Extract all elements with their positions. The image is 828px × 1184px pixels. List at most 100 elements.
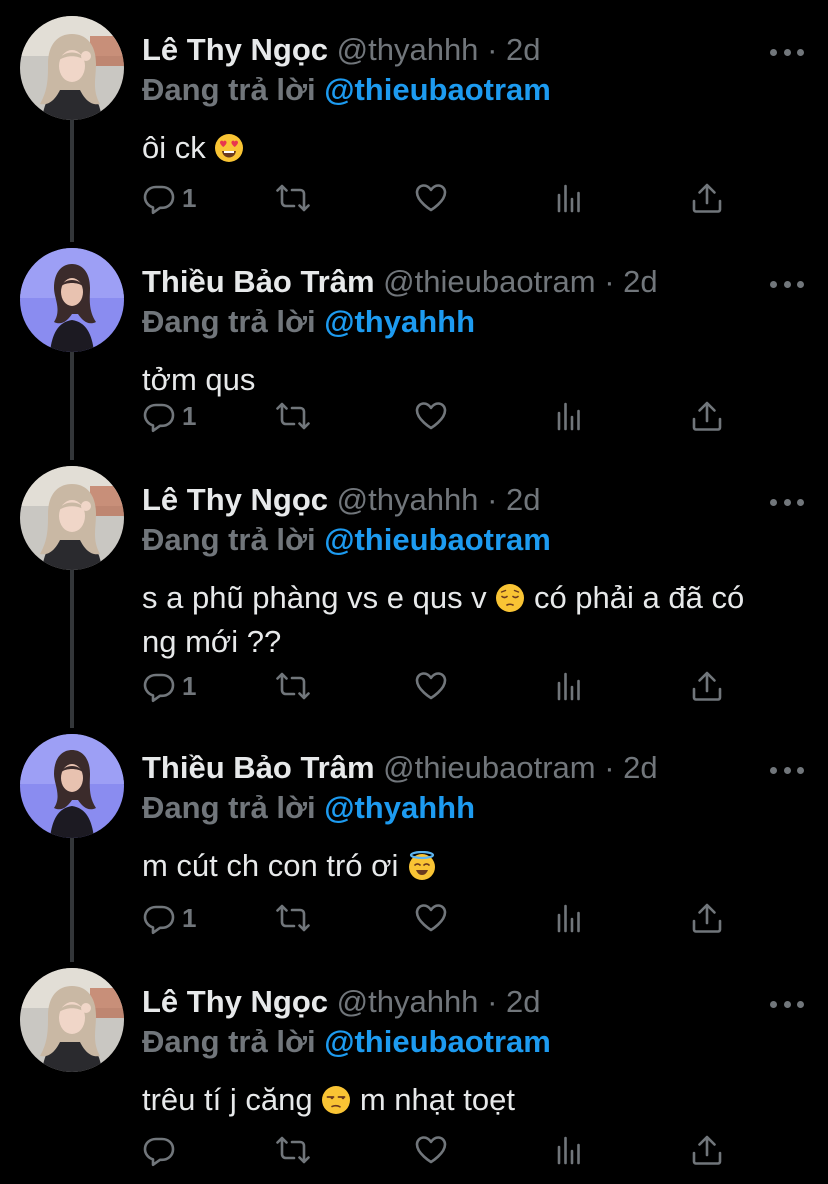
- mention-link[interactable]: @thieubaotram: [324, 1024, 551, 1059]
- share-button[interactable]: [690, 666, 724, 706]
- reply-icon: [142, 901, 176, 935]
- tweet-header: Lê Thy Ngọc @thyahhh · 2d: [142, 30, 540, 70]
- separator-dot: ·: [487, 984, 506, 1019]
- like-button[interactable]: [414, 178, 448, 218]
- retweet-icon: [276, 901, 310, 935]
- share-button[interactable]: [690, 178, 724, 218]
- tweet-text-part: có phải a đã có: [533, 580, 745, 615]
- like-button[interactable]: [414, 396, 448, 436]
- retweet-icon: [276, 1133, 310, 1167]
- mention-link[interactable]: @thieubaotram: [324, 72, 551, 107]
- tweet-text: ôi ck: [142, 126, 812, 170]
- display-name[interactable]: Lê Thy Ngọc: [142, 984, 328, 1019]
- tweet-actions: 1: [0, 178, 828, 218]
- replying-to-line: Đang trả lời @thyahhh: [142, 302, 475, 342]
- replying-to-line: Đang trả lời @thieubaotram: [142, 70, 551, 110]
- timestamp[interactable]: 2d: [506, 32, 540, 67]
- timestamp[interactable]: 2d: [506, 984, 540, 1019]
- timestamp[interactable]: 2d: [623, 750, 657, 785]
- more-icon[interactable]: [770, 998, 804, 1010]
- tweet-header: Lê Thy Ngọc @thyahhh · 2d: [142, 480, 540, 520]
- reply-icon: [142, 181, 176, 215]
- reply-button[interactable]: 1: [142, 898, 196, 938]
- reply-count: 1: [182, 400, 197, 431]
- tweet-actions: 1: [0, 898, 828, 938]
- pensive-face-emoji-icon: [496, 584, 525, 612]
- heart-icon: [414, 901, 448, 935]
- heart-icon: [414, 399, 448, 433]
- avatar[interactable]: [20, 248, 124, 352]
- reply-button[interactable]: 1: [142, 396, 196, 436]
- tweet-text-part: s a phũ phàng vs e qus v: [142, 580, 487, 615]
- reply-button[interactable]: 1: [142, 178, 196, 218]
- tweet-header: Thiều Bảo Trâm @thieubaotram · 2d: [142, 262, 658, 302]
- avatar[interactable]: [20, 734, 124, 838]
- separator-dot: ·: [487, 32, 506, 67]
- retweet-button[interactable]: [276, 178, 310, 218]
- separator-dot: ·: [604, 750, 624, 785]
- share-button[interactable]: [690, 898, 724, 938]
- analytics-icon: [552, 181, 586, 215]
- user-handle[interactable]: @thyahhh: [337, 984, 479, 1019]
- reply-count: 1: [182, 902, 197, 933]
- reply-icon: [142, 1133, 176, 1167]
- tweet-text-part: trêu tí j căng: [142, 1082, 313, 1117]
- analytics-button[interactable]: [552, 898, 586, 938]
- tweet-actions: 1: [0, 396, 828, 436]
- user-handle[interactable]: @thieubaotram: [383, 750, 595, 785]
- reply-button[interactable]: [142, 1130, 176, 1170]
- tweet-text-part: ng mới ??: [142, 624, 282, 659]
- share-button[interactable]: [690, 396, 724, 436]
- tweet-text-part: tởm qus: [142, 362, 256, 397]
- like-button[interactable]: [414, 666, 448, 706]
- retweet-icon: [276, 181, 310, 215]
- avatar[interactable]: [20, 16, 124, 120]
- user-handle[interactable]: @thyahhh: [337, 32, 479, 67]
- share-icon: [690, 901, 724, 935]
- share-icon: [690, 399, 724, 433]
- share-icon: [690, 669, 724, 703]
- analytics-icon: [552, 399, 586, 433]
- like-button[interactable]: [414, 898, 448, 938]
- tweet-actions: 1: [0, 666, 828, 706]
- analytics-button[interactable]: [552, 396, 586, 436]
- analytics-button[interactable]: [552, 1130, 586, 1170]
- display-name[interactable]: Lê Thy Ngọc: [142, 32, 328, 67]
- mention-link[interactable]: @thieubaotram: [324, 522, 551, 557]
- more-icon[interactable]: [770, 496, 804, 508]
- avatar[interactable]: [20, 466, 124, 570]
- retweet-button[interactable]: [276, 1130, 310, 1170]
- tweet-text: trêu tí j căng m nhạt toẹt: [142, 1078, 812, 1122]
- reply-icon: [142, 669, 176, 703]
- tweet-text: m cút ch con tró ơi: [142, 844, 812, 888]
- timestamp[interactable]: 2d: [506, 482, 540, 517]
- analytics-icon: [552, 669, 586, 703]
- tweet-actions: [0, 1130, 828, 1170]
- share-button[interactable]: [690, 1130, 724, 1170]
- display-name[interactable]: Thiều Bảo Trâm: [142, 750, 375, 785]
- more-icon[interactable]: [770, 764, 804, 776]
- mention-link[interactable]: @thyahhh: [324, 304, 475, 339]
- display-name[interactable]: Lê Thy Ngọc: [142, 482, 328, 517]
- display-name[interactable]: Thiều Bảo Trâm: [142, 264, 375, 299]
- timestamp[interactable]: 2d: [623, 264, 657, 299]
- reply-button[interactable]: 1: [142, 666, 196, 706]
- avatar[interactable]: [20, 968, 124, 1072]
- user-handle[interactable]: @thyahhh: [337, 482, 479, 517]
- mention-link[interactable]: @thyahhh: [324, 790, 475, 825]
- reply-icon: [142, 399, 176, 433]
- retweet-icon: [276, 669, 310, 703]
- analytics-button[interactable]: [552, 178, 586, 218]
- more-icon[interactable]: [770, 278, 804, 290]
- analytics-icon: [552, 1133, 586, 1167]
- retweet-button[interactable]: [276, 396, 310, 436]
- replying-to-line: Đang trả lời @thieubaotram: [142, 520, 551, 560]
- retweet-button[interactable]: [276, 898, 310, 938]
- retweet-icon: [276, 399, 310, 433]
- like-button[interactable]: [414, 1130, 448, 1170]
- more-icon[interactable]: [770, 46, 804, 58]
- user-handle[interactable]: @thieubaotram: [383, 264, 595, 299]
- analytics-button[interactable]: [552, 666, 586, 706]
- replying-to-label: Đang trả lời: [142, 72, 316, 107]
- retweet-button[interactable]: [276, 666, 310, 706]
